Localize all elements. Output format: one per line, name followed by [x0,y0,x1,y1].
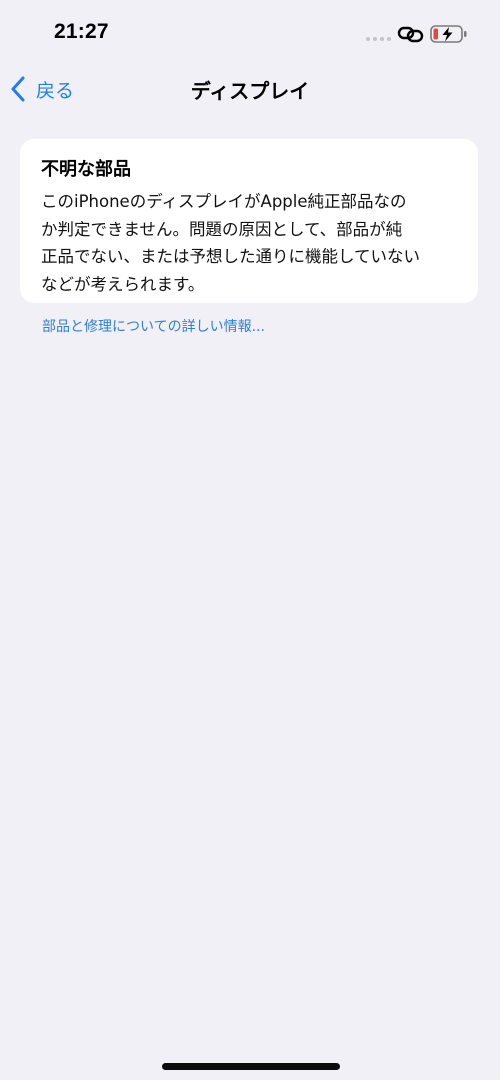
card-body: このiPhoneのディスプレイがApple純正部品なの か判定できません。問題の… [41,188,461,298]
link-icon [397,26,424,43]
page-title: ディスプレイ [190,79,310,103]
card-body-line: 正品でない、または予想した通りに機能していない [41,247,421,266]
signal-dots-icon [366,37,392,43]
home-indicator[interactable] [162,1063,340,1070]
battery-charging-low-icon [430,25,467,43]
status-time: 21:27 [54,20,109,43]
status-bar: 21:27 [0,0,500,66]
card-title: 不明な部品 [41,159,131,180]
learn-more-link[interactable]: 部品と修理についての詳しい情報... [42,316,265,336]
card-body-line: このiPhoneのディスプレイがApple純正部品なの [41,192,407,211]
card-body-line: か判定できません。問題の原因として、部品が純 [41,219,403,239]
navigation-bar: 戻る ディスプレイ [0,66,500,112]
card-body-line: などが考えられます。 [41,274,205,294]
unknown-part-card: 不明な部品 このiPhoneのディスプレイがApple純正部品なの か判定できま… [20,139,478,303]
